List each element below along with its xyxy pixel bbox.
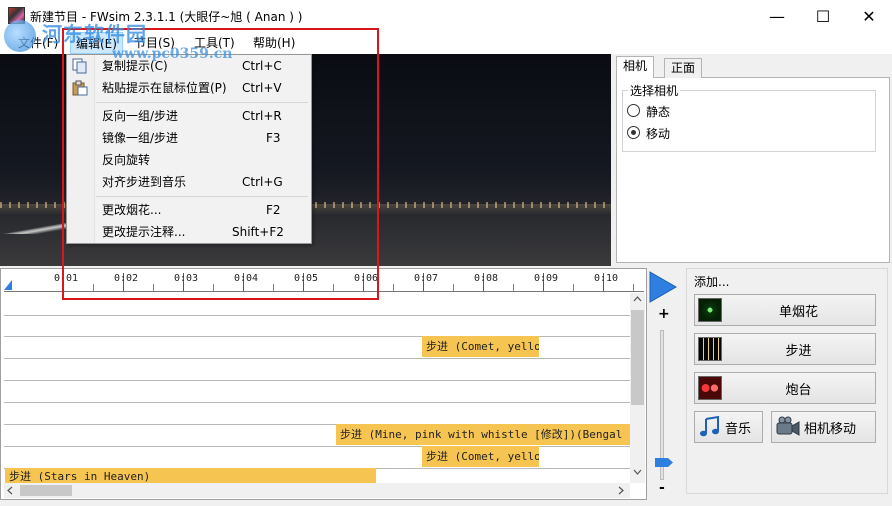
lane-divider xyxy=(4,358,630,359)
tick-label: 0:09 xyxy=(534,273,559,284)
radio-moving-label: 移动 xyxy=(646,127,671,141)
zoom-in-label[interactable]: + xyxy=(658,306,670,322)
close-button[interactable]: ✕ xyxy=(846,0,892,32)
camera-move-label: 相机移动 xyxy=(804,421,857,437)
scroll-down-icon[interactable] xyxy=(633,469,642,475)
vertical-scroll-thumb[interactable] xyxy=(631,310,644,405)
scroll-up-icon[interactable] xyxy=(633,296,642,302)
tick-label: 0:08 xyxy=(474,273,499,284)
scroll-left-icon[interactable] xyxy=(7,486,13,495)
rack-icon xyxy=(698,376,722,400)
highlight-annotation-box xyxy=(62,28,379,300)
lane-divider xyxy=(4,402,630,403)
add-rack-button[interactable]: 炮台 xyxy=(694,372,876,404)
tab-camera[interactable]: 相机 xyxy=(616,56,655,78)
radio-static-label: 静态 xyxy=(646,105,671,119)
firework-icon xyxy=(698,298,722,322)
camera-icon xyxy=(776,416,800,436)
play-icon[interactable] xyxy=(648,270,678,304)
minimize-button[interactable]: — xyxy=(754,0,800,32)
lane-divider xyxy=(4,315,630,316)
horizontal-scroll-thumb[interactable] xyxy=(20,485,72,496)
timeline-horizontal-scrollbar[interactable] xyxy=(4,483,630,498)
ruler-minor-tick xyxy=(453,284,454,291)
add-camera-move-button[interactable]: 相机移动 xyxy=(771,411,876,443)
zoom-slider-thumb[interactable] xyxy=(654,457,674,468)
watermark-text: 河东软件园 xyxy=(42,22,147,46)
add-panel-label: 添加... xyxy=(694,275,730,289)
step-label: 步进 xyxy=(785,343,812,359)
timeline-panel[interactable] xyxy=(0,268,647,500)
tick-label: 0:07 xyxy=(414,273,439,284)
cue-block[interactable]: 步进 (Stars in Heaven) xyxy=(5,468,376,483)
camera-group-box xyxy=(622,90,876,152)
ruler-minor-tick xyxy=(633,284,634,291)
scroll-right-icon[interactable] xyxy=(618,486,624,495)
radio-static[interactable] xyxy=(627,104,640,117)
ruler-minor-tick xyxy=(393,284,394,291)
single-firework-label: 单烟花 xyxy=(778,304,818,320)
music-note-icon xyxy=(700,415,719,437)
tick-label: 0:10 xyxy=(594,273,619,284)
playhead-marker[interactable] xyxy=(4,278,14,290)
cue-block[interactable]: 步进 (Comet, yellow xyxy=(422,446,539,467)
cue-block[interactable]: 步进 (Comet, yellow xyxy=(422,336,539,357)
radio-moving[interactable] xyxy=(627,126,640,139)
zoom-out-label[interactable]: - xyxy=(659,480,665,496)
add-single-firework-button[interactable]: 单烟花 xyxy=(694,294,876,326)
cue-block[interactable]: 步进 (Mine, pink with whistle [修改])(Bengal… xyxy=(336,424,630,445)
step-icon xyxy=(698,337,722,361)
add-step-button[interactable]: 步进 xyxy=(694,333,876,365)
music-label: 音乐 xyxy=(725,421,752,437)
add-music-button[interactable]: 音乐 xyxy=(694,411,763,443)
watermark-url: www.pc0359.cn xyxy=(112,46,233,62)
ruler-minor-tick xyxy=(513,284,514,291)
maximize-button[interactable]: ☐ xyxy=(800,0,846,32)
watermark-logo xyxy=(4,20,36,52)
rack-label: 炮台 xyxy=(785,382,812,398)
camera-group-label: 选择相机 xyxy=(628,82,681,99)
tab-front[interactable]: 正面 xyxy=(664,58,703,78)
lane-divider xyxy=(4,380,630,381)
ruler-minor-tick xyxy=(573,284,574,291)
